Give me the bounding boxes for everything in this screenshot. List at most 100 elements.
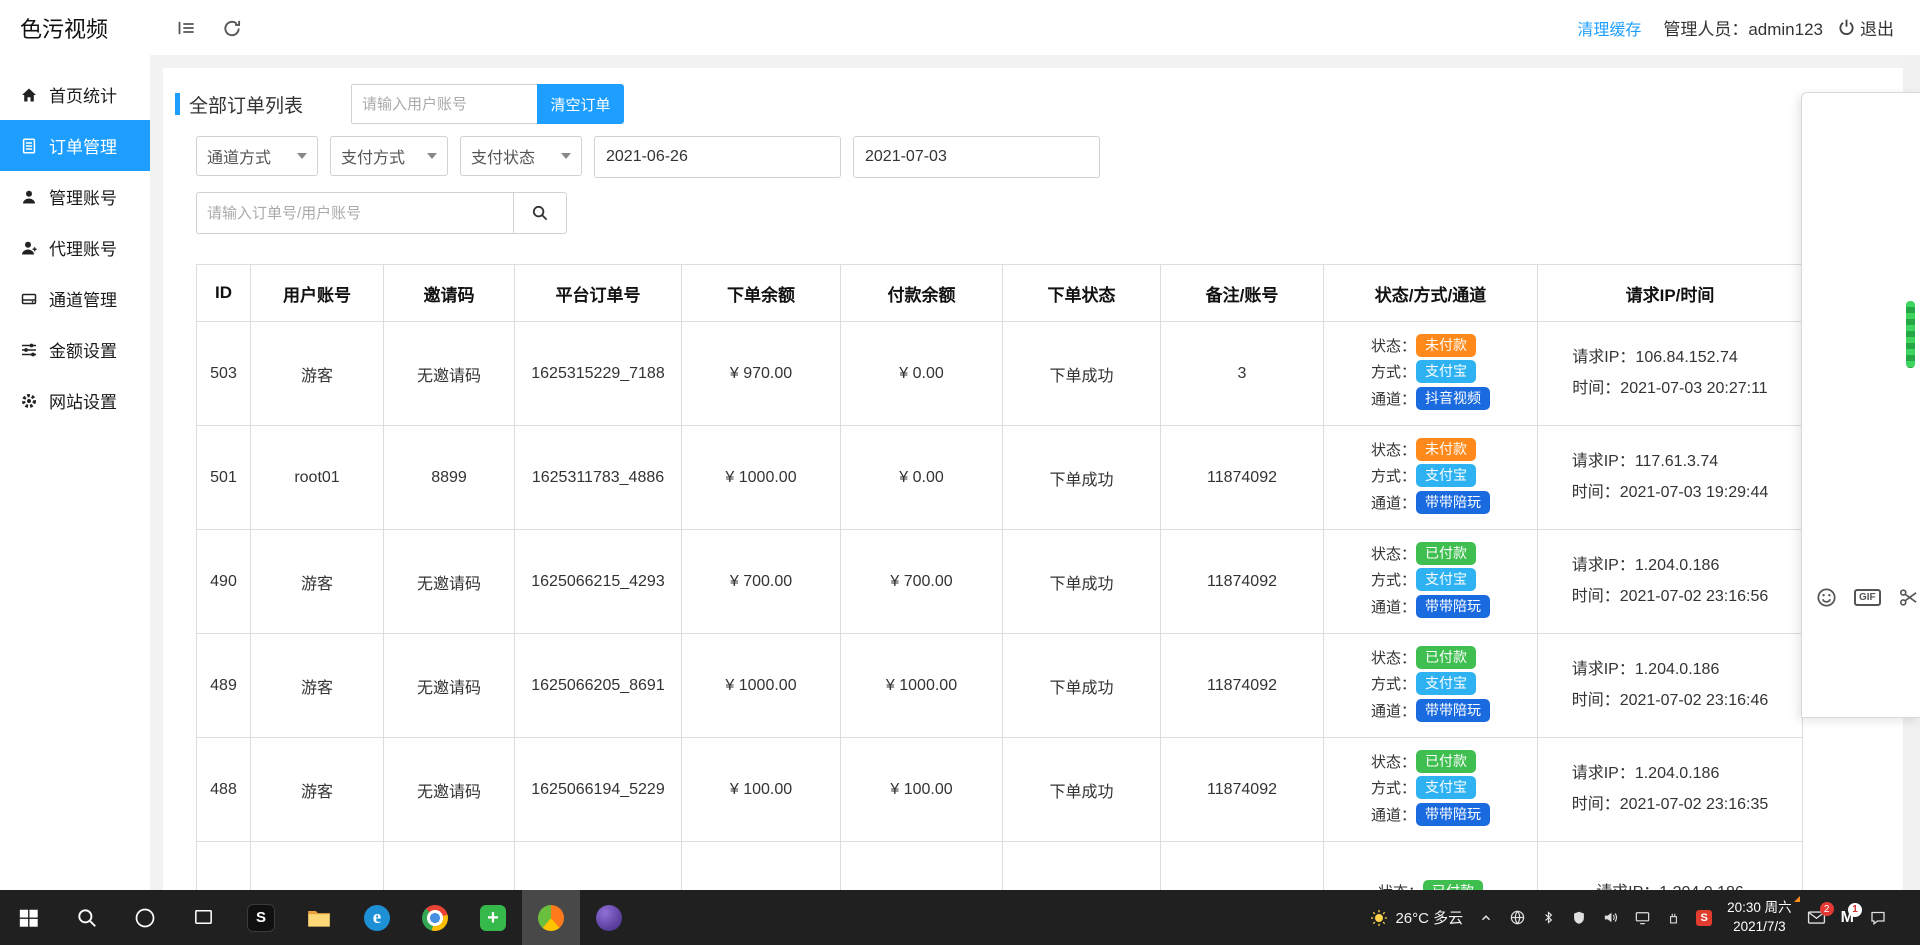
power-icon[interactable] <box>1837 18 1856 37</box>
tray-expand-icon[interactable] <box>1478 910 1494 926</box>
taskbar-search-button[interactable] <box>58 890 116 945</box>
refresh-icon[interactable] <box>222 18 242 38</box>
status-line-label: 状态： <box>1371 650 1416 667</box>
sidebar-item-home-stats[interactable]: 首页统计 <box>0 69 150 120</box>
status-line-label: 方式： <box>1371 572 1416 589</box>
cell-user <box>251 842 384 891</box>
network-icon[interactable] <box>1509 909 1526 926</box>
edge-button[interactable]: e <box>348 890 406 945</box>
status-line: 方式：支付宝 <box>1371 776 1490 802</box>
ime-indicator[interactable]: M 1 <box>1841 909 1854 927</box>
cell-ip-time: 请求IP：1.204.0.186时间：2021-07-02 23:16:46 <box>1538 634 1803 738</box>
filter-row: 通道方式 支付方式 支付状态 <box>196 136 1903 178</box>
cell-order-amount: ¥ 1000.00 <box>682 634 841 738</box>
cell-paid-amount <box>841 842 1003 891</box>
user-account-input[interactable] <box>351 84 538 124</box>
cell-status-method-channel: 状态：已付款方式：支付宝通道：带带陪玩 <box>1324 530 1538 634</box>
mail-icon[interactable]: 2 <box>1807 908 1826 927</box>
pay-method-select[interactable]: 支付方式 <box>330 136 448 176</box>
channel-method-select[interactable]: 通道方式 <box>196 136 318 176</box>
clear-orders-button[interactable]: 清空订单 <box>537 84 624 124</box>
cell-invite: 无邀请码 <box>384 530 515 634</box>
sidebar-item-label: 订单管理 <box>49 133 117 158</box>
status-badge: 已付款 <box>1416 542 1476 565</box>
purple-app-button[interactable] <box>580 890 638 945</box>
date-end-input[interactable] <box>853 136 1100 178</box>
status-line-label: 通道： <box>1371 495 1416 512</box>
title-marker <box>175 93 180 115</box>
table-row: 490游客无邀请码1625066215_4293¥ 700.00¥ 700.00… <box>197 530 1803 634</box>
start-button[interactable] <box>0 890 58 945</box>
file-explorer-button[interactable] <box>290 890 348 945</box>
volume-icon[interactable] <box>1602 909 1619 926</box>
col-order-amount: 下单余额 <box>682 265 841 322</box>
select-value: 通道方式 <box>207 144 271 168</box>
windows-taskbar: S e + 26°C 多云 <box>0 890 1920 945</box>
status-line-label: 通道： <box>1371 703 1416 720</box>
scissors-icon[interactable] <box>1898 587 1919 608</box>
green-plus-app-icon: + <box>480 905 506 931</box>
request-time: 时间：2021-07-03 19:29:44 <box>1572 478 1769 508</box>
cell-id: 490 <box>197 530 251 634</box>
shield-icon[interactable] <box>1571 910 1587 926</box>
weather-widget[interactable]: 26°C 多云 <box>1370 907 1463 928</box>
chat-window: GIF <box>1801 92 1920 718</box>
sidebar-item-channel-management[interactable]: 通道管理 <box>0 273 150 324</box>
cell-order-amount: ¥ 1000.00 <box>682 426 841 530</box>
pay-status-select[interactable]: 支付状态 <box>460 136 582 176</box>
sidebar-item-site-settings[interactable]: 网站设置 <box>0 375 150 426</box>
sidebar-item-agent-accounts[interactable]: 代理账号 <box>0 222 150 273</box>
search-button[interactable] <box>513 192 567 234</box>
cell-ip-time: 请求IP：117.61.3.74时间：2021-07-03 19:29:44 <box>1538 426 1803 530</box>
red-app-tray-icon[interactable]: S <box>1696 910 1712 926</box>
user-icon <box>20 188 38 206</box>
cell-user: 游客 <box>251 322 384 426</box>
date-start-input[interactable] <box>594 136 841 178</box>
emoji-icon[interactable] <box>1816 587 1837 608</box>
collapse-menu-icon[interactable] <box>176 18 196 38</box>
chat-scrollbar-thumb[interactable] <box>1906 301 1915 368</box>
sidebar-item-orders[interactable]: 订单管理 <box>0 120 150 171</box>
cell-paid-amount: ¥ 0.00 <box>841 426 1003 530</box>
request-time: 时间：2021-07-02 23:16:56 <box>1572 582 1769 612</box>
order-search-input[interactable] <box>196 192 514 234</box>
cell-paid-amount: ¥ 100.00 <box>841 738 1003 842</box>
usb-icon[interactable] <box>1666 910 1681 925</box>
action-center-icon[interactable] <box>1869 909 1887 927</box>
app-s-button[interactable]: S <box>232 890 290 945</box>
clock-date: 2021/7/3 <box>1727 918 1792 936</box>
sidebar-item-amount-settings[interactable]: 金额设置 <box>0 324 150 375</box>
sidebar-item-admin-accounts[interactable]: 管理账号 <box>0 171 150 222</box>
chrome-button[interactable] <box>406 890 464 945</box>
cell-paid-amount: ¥ 1000.00 <box>841 634 1003 738</box>
app-logo: 色污视频 <box>0 12 150 44</box>
cell-order-status: 下单成功 <box>1003 426 1161 530</box>
logout-button[interactable]: 退出 <box>1860 15 1894 40</box>
sidebar-item-label: 通道管理 <box>49 286 117 311</box>
status-badge: 带带陪玩 <box>1416 803 1490 826</box>
request-ip: 请求IP：1.204.0.186 <box>1572 759 1769 789</box>
cell-invite: 无邀请码 <box>384 322 515 426</box>
sidebar-item-label: 代理账号 <box>49 235 117 260</box>
cell-paid-amount: ¥ 0.00 <box>841 322 1003 426</box>
gif-icon[interactable]: GIF <box>1854 589 1881 606</box>
clear-cache-link[interactable]: 清理缓存 <box>1577 16 1641 40</box>
cell-user: 游客 <box>251 634 384 738</box>
monitor-icon[interactable] <box>1634 909 1651 926</box>
green-app-button[interactable]: + <box>464 890 522 945</box>
cell-paid-amount: ¥ 700.00 <box>841 530 1003 634</box>
chevron-down-icon <box>561 153 571 159</box>
taskbar-clock[interactable]: 20:30 周六 2021/7/3 <box>1727 899 1792 935</box>
table-row: 状态：已付款请求IP：1.204.0.186 <box>197 842 1803 891</box>
home-icon <box>20 86 38 104</box>
bluetooth-icon[interactable] <box>1541 910 1556 925</box>
cell-ip-time: 请求IP：1.204.0.186时间：2021-07-02 23:16:35 <box>1538 738 1803 842</box>
notification-flag-icon <box>1794 896 1800 902</box>
cortana-button[interactable] <box>116 890 174 945</box>
col-paid-amount: 付款余额 <box>841 265 1003 322</box>
cell-id: 489 <box>197 634 251 738</box>
ime-badge: 1 <box>1848 903 1862 917</box>
active-app-button[interactable] <box>522 890 580 945</box>
task-view-button[interactable] <box>174 890 232 945</box>
status-line-label: 状态： <box>1371 338 1416 355</box>
